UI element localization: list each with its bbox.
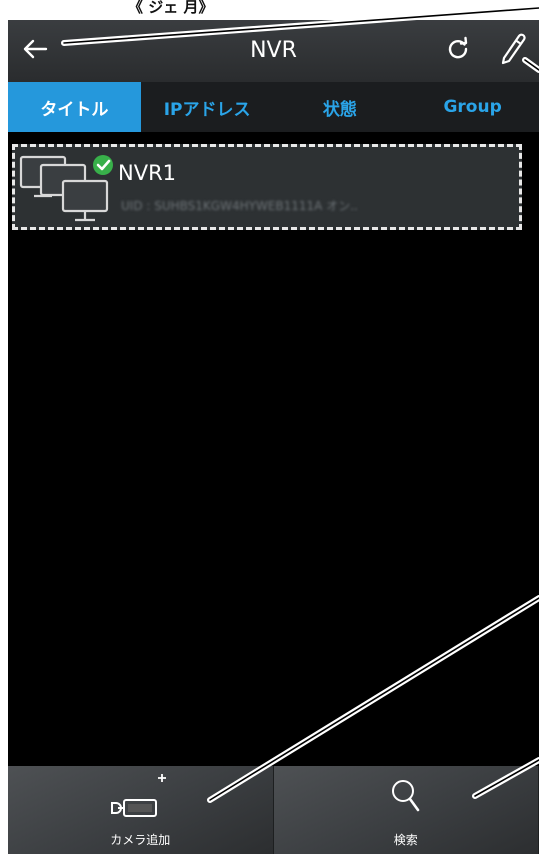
top-caption: 《 ジェ 月》 [8, 0, 539, 20]
search-label: 検索 [393, 833, 418, 847]
add-camera-icon [111, 774, 166, 817]
app-screen: 《 ジェ 月》 NVR タイトル IPアドレス 状態 Group NVR1 UI… [8, 0, 539, 854]
search-button[interactable]: 検索 [273, 766, 539, 854]
add-camera-label: カメラ追加 [110, 833, 171, 847]
tab-title[interactable]: タイトル [8, 82, 141, 132]
pencil-icon[interactable] [498, 32, 528, 66]
refresh-icon[interactable] [445, 36, 471, 62]
top-bar: NVR [8, 20, 539, 82]
add-camera-button[interactable]: カメラ追加 [8, 766, 274, 854]
bottom-toolbar: カメラ追加 検索 [8, 766, 539, 854]
tab-ip-address[interactable]: IPアドレス [141, 82, 274, 132]
search-icon [391, 780, 419, 812]
device-detail: UID : SUHBS1KGW4HYWEB1111A オン.. [121, 199, 358, 213]
list-item[interactable]: NVR1 UID : SUHBS1KGW4HYWEB1111A オン.. [12, 144, 522, 230]
tab-bar: タイトル IPアドレス 状態 Group [8, 82, 539, 132]
nvr-monitor-icon [19, 155, 113, 222]
device-name: NVR1 [118, 161, 177, 185]
tab-group[interactable]: Group [406, 82, 539, 132]
device-list: NVR1 UID : SUHBS1KGW4HYWEB1111A オン.. [8, 132, 539, 752]
tab-status[interactable]: 状態 [274, 82, 407, 132]
